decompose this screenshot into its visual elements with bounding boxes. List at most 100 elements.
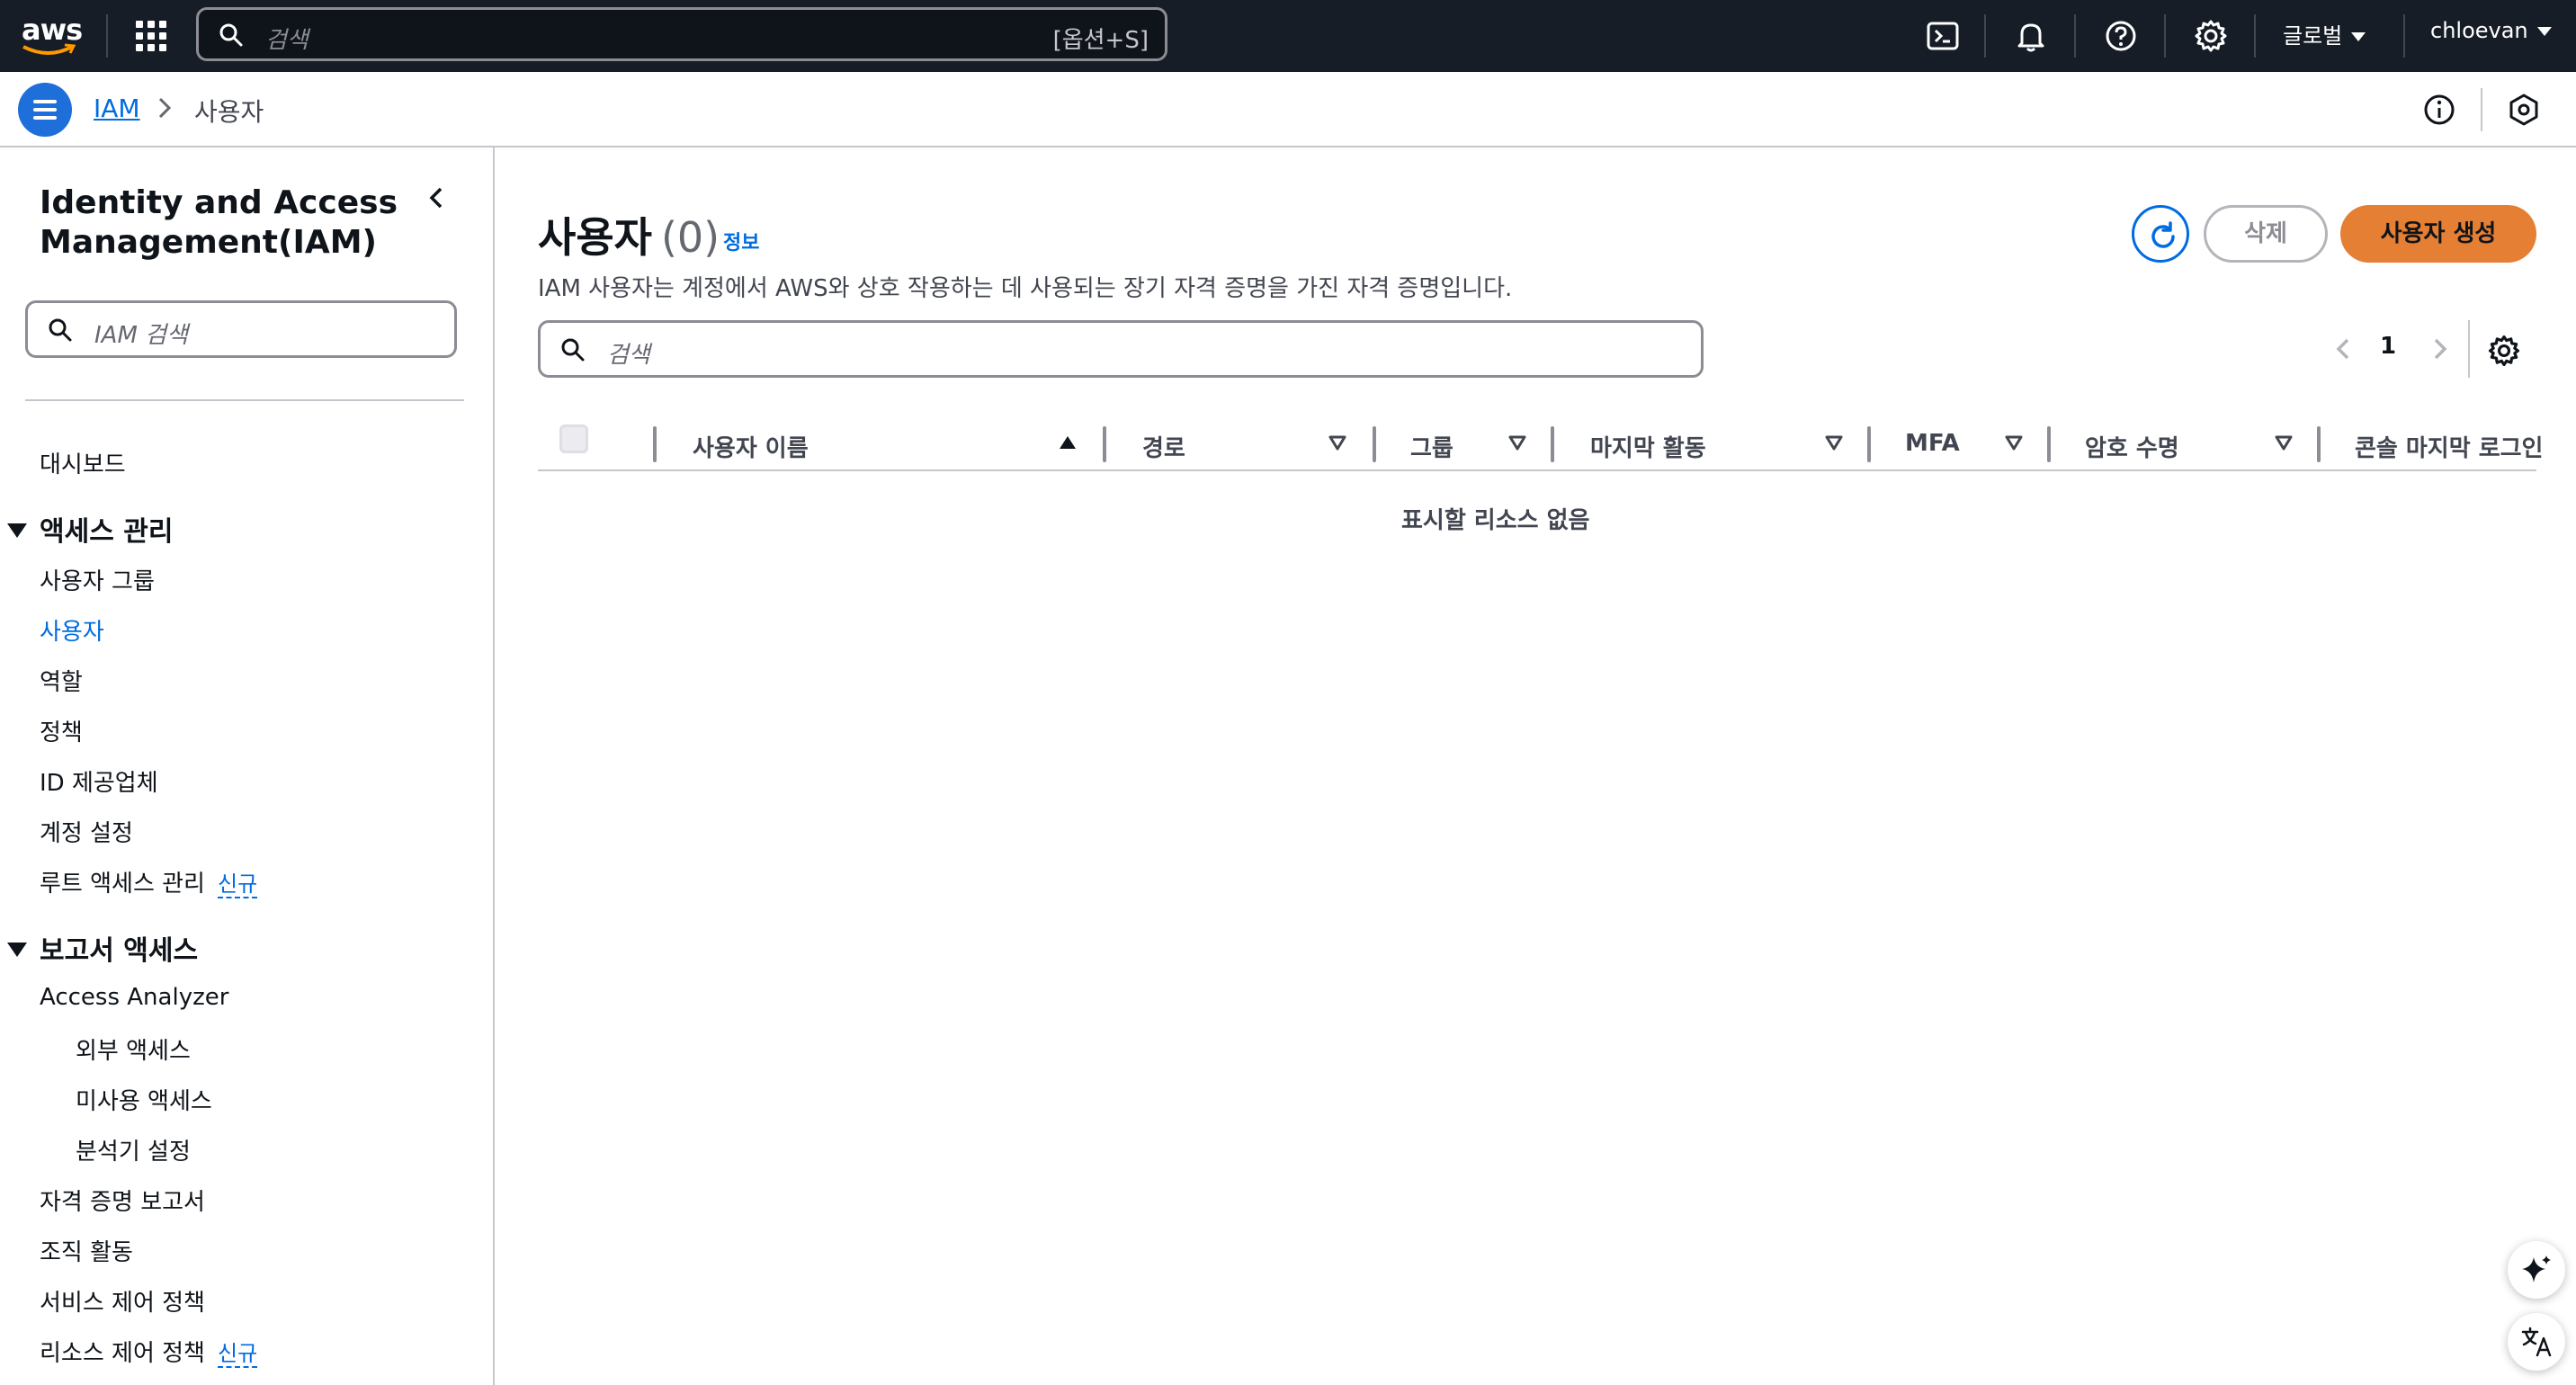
caret-down-icon bbox=[7, 943, 27, 957]
sidebar-item-external-access[interactable]: 외부 액세스 bbox=[76, 1032, 191, 1066]
chevron-right-icon bbox=[158, 97, 172, 119]
users-search-input[interactable]: 검색 bbox=[538, 320, 1704, 378]
main-content: 사용자 (0) 정보 IAM 사용자는 계정에서 AWS와 상호 작용하는 데 사… bbox=[496, 147, 2576, 1385]
column-header-last-activity[interactable]: 마지막 활동 bbox=[1590, 430, 1706, 463]
sidebar-item-roles[interactable]: 역할 bbox=[40, 664, 83, 697]
sidebar-item-resource-control-policies[interactable]: 리소스 제어 정책 신규 bbox=[40, 1335, 258, 1368]
refresh-icon bbox=[2151, 221, 2175, 248]
page-description: IAM 사용자는 계정에서 AWS와 상호 작용하는 데 사용되는 장기 자격 … bbox=[538, 275, 1513, 302]
nav-divider bbox=[2403, 14, 2405, 58]
sparkle-icon bbox=[2522, 1255, 2551, 1282]
bell-icon[interactable] bbox=[2011, 16, 2051, 56]
sidebar-search-placeholder: IAM 검색 bbox=[94, 322, 188, 349]
column-resizer[interactable] bbox=[2317, 426, 2321, 462]
breadcrumb-bar: IAM 사용자 bbox=[0, 72, 2576, 147]
hamburger-menu-button[interactable] bbox=[18, 83, 72, 137]
column-header-path[interactable]: 경로 bbox=[1142, 430, 1185, 463]
new-badge[interactable]: 신규 bbox=[217, 1341, 258, 1368]
sidebar-item-credential-report[interactable]: 자격 증명 보고서 bbox=[40, 1184, 205, 1217]
cloudshell-icon[interactable] bbox=[1923, 16, 1963, 56]
sidebar-item-users[interactable]: 사용자 bbox=[40, 613, 104, 647]
help-icon[interactable] bbox=[2101, 16, 2141, 56]
account-menu[interactable]: chloevan bbox=[2430, 18, 2552, 43]
top-navigation: aws 검색 [옵션+S] 글로벌 chloevan bbox=[0, 0, 2576, 72]
section-label: 액세스 관리 bbox=[40, 516, 174, 548]
search-icon bbox=[49, 318, 72, 342]
breadcrumb-iam-link[interactable]: IAM bbox=[94, 94, 140, 123]
sidebar-item-service-control-policies[interactable]: 서비스 제어 정책 bbox=[40, 1284, 205, 1318]
column-resizer[interactable] bbox=[1867, 426, 1871, 462]
sidebar-item-account-settings[interactable]: 계정 설정 bbox=[40, 815, 133, 848]
search-placeholder: 검색 bbox=[265, 27, 309, 54]
gear-icon[interactable] bbox=[2191, 16, 2231, 56]
info-icon[interactable] bbox=[2419, 90, 2459, 130]
delete-button[interactable]: 삭제 bbox=[2204, 205, 2328, 263]
nav-divider bbox=[2254, 14, 2256, 58]
sidebar-section-access[interactable]: 액세스 관리 bbox=[7, 509, 173, 549]
nav-divider bbox=[1984, 14, 1986, 58]
chevron-right-icon[interactable] bbox=[2427, 333, 2452, 365]
aws-smile-icon bbox=[22, 43, 76, 55]
page-title: 사용자 (0) bbox=[538, 205, 720, 264]
sidebar-item-analyzer-settings[interactable]: 분석기 설정 bbox=[76, 1133, 191, 1166]
sidebar-section-reports[interactable]: 보고서 액세스 bbox=[7, 928, 198, 968]
aws-logo[interactable]: aws bbox=[18, 11, 83, 61]
users-search-placeholder: 검색 bbox=[607, 342, 650, 369]
apps-grid-icon[interactable] bbox=[135, 20, 167, 52]
sort-asc-icon[interactable] bbox=[1058, 433, 1078, 451]
chevron-left-icon[interactable] bbox=[423, 183, 452, 212]
amazon-q-button[interactable] bbox=[2508, 1241, 2565, 1299]
select-all-checkbox[interactable] bbox=[559, 424, 588, 453]
sidebar-item-user-groups[interactable]: 사용자 그룹 bbox=[40, 563, 155, 596]
section-label: 보고서 액세스 bbox=[40, 935, 199, 967]
info-link[interactable]: 정보 bbox=[723, 227, 759, 255]
column-resizer[interactable] bbox=[2047, 426, 2051, 462]
bar-divider bbox=[2481, 88, 2482, 131]
caret-down-icon bbox=[2351, 32, 2366, 41]
chevron-left-icon[interactable] bbox=[2331, 333, 2357, 365]
users-table-header: 사용자 이름 경로 그룹 마지막 활동 MFA 암호 수명 콘솔 마지막 로그인 bbox=[538, 414, 2543, 471]
sort-desc-icon[interactable] bbox=[1328, 433, 1347, 451]
empty-state-message: 표시할 리소스 없음 bbox=[1401, 507, 1590, 534]
hexagon-icon[interactable] bbox=[2504, 90, 2544, 130]
sort-desc-icon[interactable] bbox=[1507, 433, 1527, 451]
column-header-groups[interactable]: 그룹 bbox=[1410, 430, 1453, 463]
refresh-button[interactable] bbox=[2132, 205, 2189, 263]
sort-desc-icon[interactable] bbox=[1824, 433, 1844, 451]
column-resizer[interactable] bbox=[1551, 426, 1554, 462]
column-header-console-last-signin[interactable]: 콘솔 마지막 로그인 bbox=[2355, 430, 2543, 463]
sidebar-item-unused-access[interactable]: 미사용 액세스 bbox=[76, 1083, 212, 1116]
column-header-mfa[interactable]: MFA bbox=[1905, 430, 1960, 457]
column-header-username[interactable]: 사용자 이름 bbox=[693, 430, 809, 463]
sidebar-item-label: 루트 액세스 관리 bbox=[40, 871, 205, 898]
table-settings-gear-icon[interactable] bbox=[2486, 333, 2522, 369]
user-label: chloevan bbox=[2430, 18, 2528, 43]
page-title-text: 사용자 bbox=[538, 213, 652, 262]
new-badge[interactable]: 신규 bbox=[217, 871, 258, 898]
global-search-input[interactable]: 검색 [옵션+S] bbox=[196, 7, 1167, 61]
translate-button[interactable] bbox=[2508, 1313, 2565, 1371]
sidebar-item-policies[interactable]: 정책 bbox=[40, 714, 83, 747]
sidebar-item-identity-providers[interactable]: ID 제공업체 bbox=[40, 764, 158, 798]
sidebar-item-access-analyzer[interactable]: Access Analyzer bbox=[40, 984, 228, 1011]
column-resizer[interactable] bbox=[1103, 426, 1106, 462]
sidebar-item-root-access[interactable]: 루트 액세스 관리 신규 bbox=[40, 865, 258, 898]
nav-divider bbox=[2164, 14, 2166, 58]
search-icon bbox=[561, 338, 585, 362]
column-resizer[interactable] bbox=[653, 426, 657, 462]
column-resizer[interactable] bbox=[1373, 426, 1376, 462]
create-user-button[interactable]: 사용자 생성 bbox=[2340, 205, 2536, 263]
sort-desc-icon[interactable] bbox=[2004, 433, 2024, 451]
page-number[interactable]: 1 bbox=[2380, 333, 2396, 360]
column-header-password-age[interactable]: 암호 수명 bbox=[2085, 430, 2179, 463]
side-navigation: Identity and Access Management(IAM) IAM … bbox=[0, 147, 495, 1385]
sidebar-item-organization-activity[interactable]: 조직 활동 bbox=[40, 1234, 133, 1267]
translate-icon bbox=[2521, 1327, 2552, 1357]
region-selector[interactable]: 글로벌 bbox=[2283, 18, 2366, 49]
search-shortcut: [옵션+S] bbox=[1052, 27, 1149, 54]
sidebar-title[interactable]: Identity and Access Management(IAM) bbox=[40, 183, 417, 263]
sidebar-item-dashboard[interactable]: 대시보드 bbox=[40, 446, 126, 479]
sort-desc-icon[interactable] bbox=[2274, 433, 2294, 451]
nav-divider bbox=[2074, 14, 2076, 58]
sidebar-search-input[interactable]: IAM 검색 bbox=[25, 300, 457, 358]
